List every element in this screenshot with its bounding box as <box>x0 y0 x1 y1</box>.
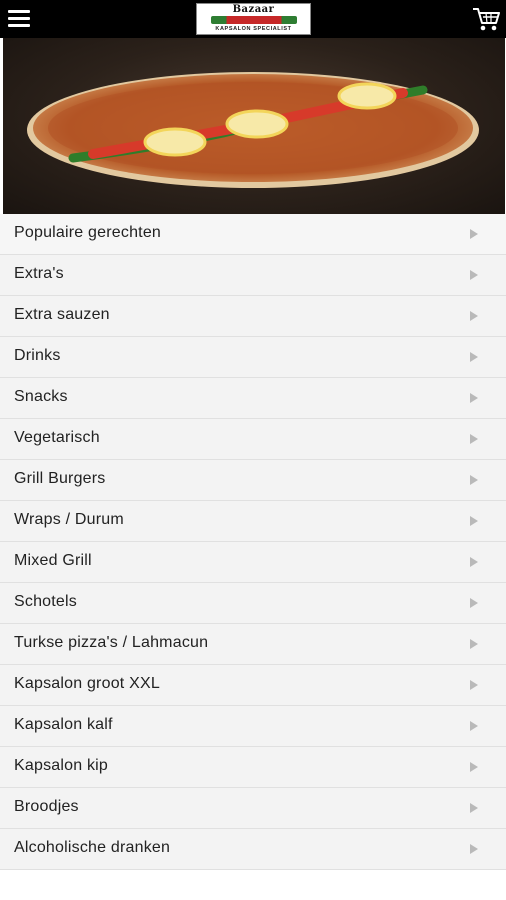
category-item-snacks[interactable]: Snacks <box>0 378 506 419</box>
category-label: Turkse pizza's / Lahmacun <box>14 634 209 651</box>
chevron-right-icon <box>470 762 478 772</box>
chevron-right-icon <box>470 803 478 813</box>
category-item-extra-sauzen[interactable]: Extra sauzen <box>0 296 506 337</box>
chevron-right-icon <box>470 516 478 526</box>
category-label: Kapsalon kip <box>14 757 109 774</box>
chevron-right-icon <box>470 557 478 567</box>
chevron-right-icon <box>470 434 478 444</box>
category-item-grill-burgers[interactable]: Grill Burgers <box>0 460 506 501</box>
hamburger-menu-icon[interactable] <box>8 9 32 29</box>
chevron-right-icon <box>470 229 478 239</box>
category-item-turkse-pizzas[interactable]: Turkse pizza's / Lahmacun <box>0 624 506 665</box>
category-item-vegetarisch[interactable]: Vegetarisch <box>0 419 506 460</box>
chevron-right-icon <box>470 270 478 280</box>
category-label: Extra's <box>14 265 64 282</box>
category-label: Schotels <box>14 593 77 610</box>
chevron-right-icon <box>470 721 478 731</box>
lahmacun-photo <box>27 72 479 188</box>
category-item-kapsalon-groot-xxl[interactable]: Kapsalon groot XXL <box>0 665 506 706</box>
category-item-drinks[interactable]: Drinks <box>0 337 506 378</box>
chevron-right-icon <box>470 598 478 608</box>
chevron-right-icon <box>470 311 478 321</box>
category-label: Populaire gerechten <box>14 224 162 241</box>
category-label: Mixed Grill <box>14 552 92 569</box>
category-label: Kapsalon kalf <box>14 716 113 733</box>
category-item-populaire-gerechten[interactable]: Populaire gerechten <box>0 214 506 255</box>
category-item-alcoholische-dranken[interactable]: Alcoholische dranken <box>0 829 506 870</box>
category-item-broodjes[interactable]: Broodjes <box>0 788 506 829</box>
shopping-cart-icon[interactable] <box>472 6 500 32</box>
category-label: Kapsalon groot XXL <box>14 675 160 692</box>
category-item-schotels[interactable]: Schotels <box>0 583 506 624</box>
category-item-mixed-grill[interactable]: Mixed Grill <box>0 542 506 583</box>
logo-banner <box>210 16 297 24</box>
hero-banner-image <box>3 38 505 214</box>
category-label: Grill Burgers <box>14 470 106 487</box>
brand-logo[interactable]: Bazaar KAPSALON SPECIALIST <box>196 3 311 35</box>
category-label: Vegetarisch <box>14 429 100 446</box>
category-label: Wraps / Durum <box>14 511 124 528</box>
logo-title: Bazaar <box>232 4 275 15</box>
category-item-kapsalon-kalf[interactable]: Kapsalon kalf <box>0 706 506 747</box>
category-list: Populaire gerechten Extra's Extra sauzen… <box>0 214 506 870</box>
category-label: Drinks <box>14 347 61 364</box>
chevron-right-icon <box>470 639 478 649</box>
logo-subtitle: KAPSALON SPECIALIST <box>215 26 292 32</box>
category-label: Snacks <box>14 388 68 405</box>
category-label: Alcoholische dranken <box>14 839 171 856</box>
category-label: Extra sauzen <box>14 306 110 323</box>
chevron-right-icon <box>470 393 478 403</box>
category-item-extras[interactable]: Extra's <box>0 255 506 296</box>
category-item-wraps-durum[interactable]: Wraps / Durum <box>0 501 506 542</box>
chevron-right-icon <box>470 352 478 362</box>
top-app-bar: Bazaar KAPSALON SPECIALIST <box>0 0 506 38</box>
chevron-right-icon <box>470 844 478 854</box>
category-label: Broodjes <box>14 798 79 815</box>
chevron-right-icon <box>470 680 478 690</box>
category-item-kapsalon-kip[interactable]: Kapsalon kip <box>0 747 506 788</box>
chevron-right-icon <box>470 475 478 485</box>
